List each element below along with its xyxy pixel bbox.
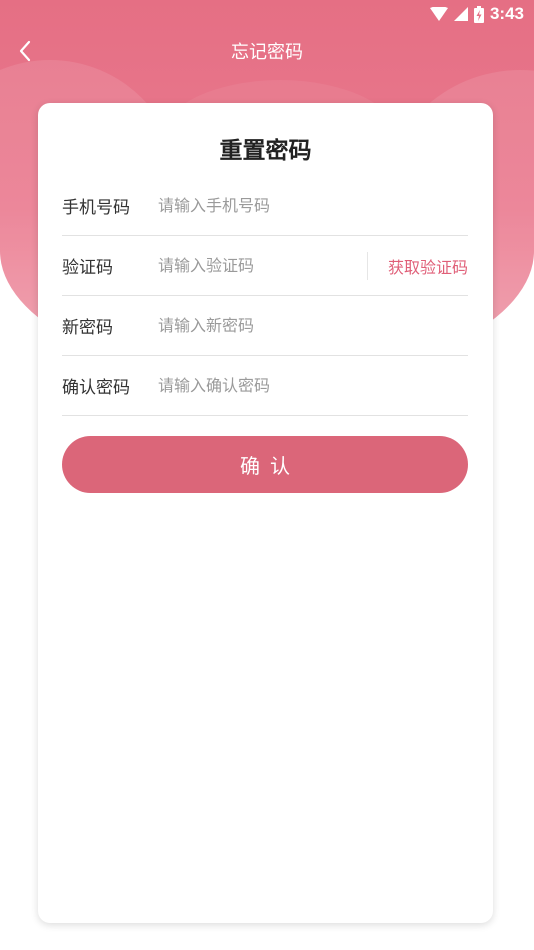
confirm-password-row: 确认密码: [62, 356, 468, 416]
cellular-signal-icon: [453, 7, 468, 21]
confirm-password-label: 确认密码: [62, 378, 130, 398]
page-title: 忘记密码: [231, 42, 303, 63]
code-label: 验证码: [62, 258, 113, 278]
back-button[interactable]: [8, 34, 42, 68]
battery-charging-icon: [473, 5, 484, 23]
phone-input[interactable]: [158, 196, 468, 215]
new-password-label: 新密码: [62, 318, 113, 338]
status-time: 3:43: [489, 4, 524, 23]
confirm-button[interactable]: 确认: [62, 436, 468, 493]
chevron-left-icon: [19, 40, 31, 62]
status-bar: 3:43: [0, 0, 534, 28]
code-row: 验证码 获取验证码: [62, 236, 468, 296]
get-code-button[interactable]: 获取验证码: [366, 251, 468, 280]
new-password-input[interactable]: [158, 316, 468, 335]
code-input[interactable]: [158, 256, 367, 275]
reset-password-card: 重置密码 手机号码 验证码 获取验证码 新密码 确认密码 确认: [38, 103, 493, 923]
wifi-icon: [429, 7, 448, 21]
nav-bar: 忘记密码: [0, 28, 534, 74]
new-password-row: 新密码: [62, 296, 468, 356]
confirm-password-input[interactable]: [158, 376, 468, 395]
phone-label: 手机号码: [62, 198, 130, 218]
phone-row: 手机号码: [62, 176, 468, 236]
card-title: 重置密码: [219, 138, 312, 164]
